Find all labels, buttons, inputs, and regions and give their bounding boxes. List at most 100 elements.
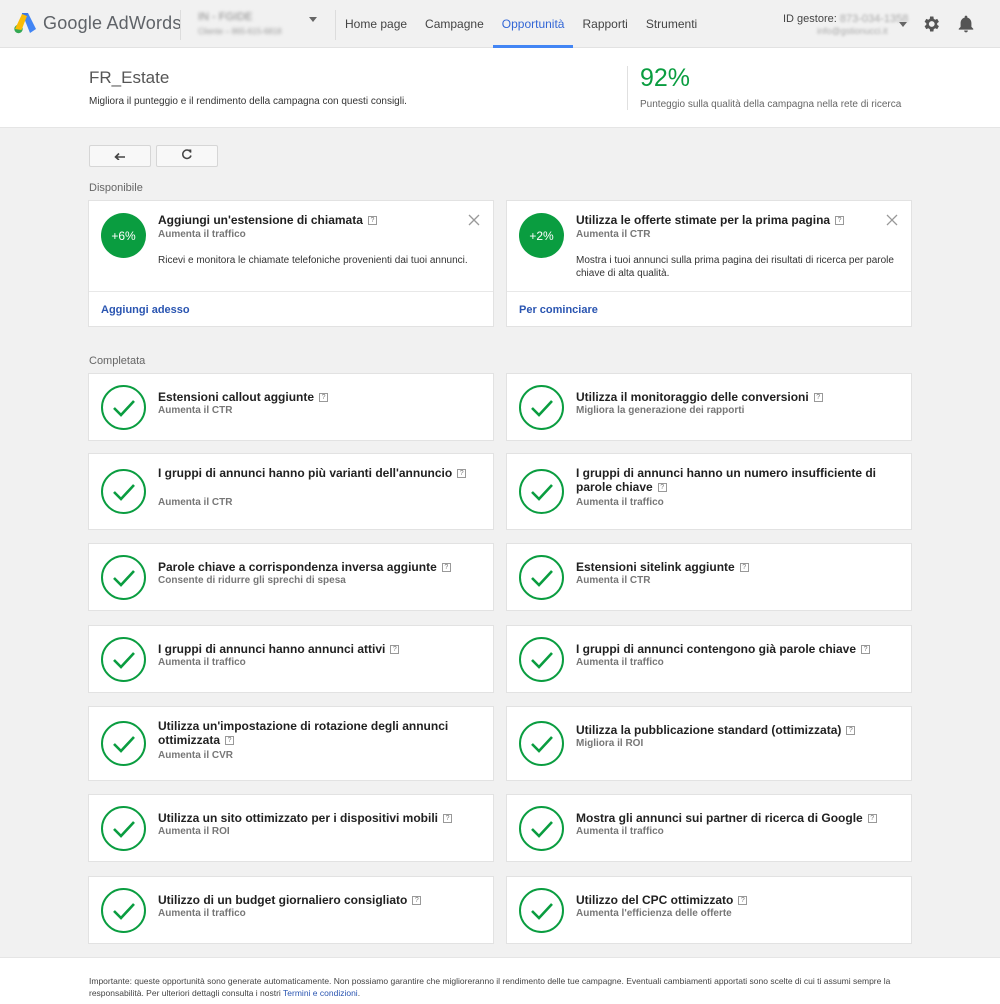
chevron-down-icon[interactable]	[899, 22, 907, 27]
account-name: IN - FGIDE	[198, 11, 253, 23]
check-icon	[519, 888, 564, 933]
card-subtitle: Aumenta il traffico	[576, 657, 664, 668]
completed-card: I gruppi di annunci hanno annunci attivi…	[88, 625, 494, 693]
card-subtitle: Migliora il ROI	[576, 738, 644, 749]
account-selector[interactable]: IN - FGIDE Cliente – 865-615-6818	[198, 11, 308, 36]
manager-id-label: ID gestore:	[783, 13, 837, 25]
card-subtitle: Aumenta l'efficienza delle offerte	[576, 908, 732, 919]
help-icon[interactable]: ?	[738, 896, 748, 905]
completed-card: Utilizza un sito ottimizzato per i dispo…	[88, 794, 494, 862]
gear-icon[interactable]	[921, 14, 941, 34]
help-icon[interactable]: ?	[225, 736, 235, 745]
check-icon	[101, 806, 146, 851]
completed-card: I gruppi di annunci contengono già parol…	[506, 625, 912, 693]
help-icon[interactable]: ?	[457, 469, 467, 478]
adwords-logo[interactable]: Google AdWords	[14, 12, 182, 34]
nav-opportunities[interactable]: Opportunità	[492, 0, 574, 48]
section-completed-label: Completata	[89, 355, 146, 367]
help-icon[interactable]: ?	[813, 393, 823, 402]
logo-text: Google AdWords	[43, 12, 182, 33]
nav-tools[interactable]: Strumenti	[637, 0, 706, 48]
adwords-logo-icon	[14, 12, 37, 34]
card-subtitle: Aumenta il CTR	[158, 405, 233, 416]
card-title: Mostra gli annunci sui partner di ricerc…	[576, 811, 895, 825]
help-icon[interactable]: ?	[390, 645, 400, 654]
chevron-down-icon[interactable]	[309, 17, 317, 22]
card-title: Parole chiave a corrispondenza inversa a…	[158, 560, 477, 574]
main-nav: Home page Campagne Opportunità Rapporti …	[336, 0, 706, 48]
add-now-link[interactable]: Aggiungi adesso	[101, 304, 190, 316]
card-title: Utilizza il monitoraggio delle conversio…	[576, 390, 895, 404]
refresh-icon	[181, 147, 193, 165]
check-icon	[101, 721, 146, 766]
check-icon	[519, 637, 564, 682]
impact-badge: +2%	[519, 213, 564, 258]
manager-id[interactable]: ID gestore: 873-034-1358 info@gstionucci…	[783, 13, 908, 36]
completed-card: I gruppi di annunci hanno più varianti d…	[88, 453, 494, 530]
card-title: Utilizzo del CPC ottimizzato?	[576, 893, 895, 907]
card-title: I gruppi di annunci hanno un numero insu…	[576, 466, 876, 494]
card-title: Utilizza un sito ottimizzato per i dispo…	[158, 811, 477, 825]
terms-link[interactable]: Termini e condizioni	[283, 988, 358, 998]
card-description: Mostra i tuoi annunci sulla prima pagina…	[576, 255, 894, 279]
card-title: Utilizza le offerte stimate per la prima…	[576, 213, 895, 227]
completed-card: Mostra gli annunci sui partner di ricerc…	[506, 794, 912, 862]
check-icon	[519, 385, 564, 430]
card-subtitle: Aumenta il CTR	[576, 575, 651, 586]
refresh-button[interactable]	[156, 145, 218, 167]
card-subtitle: Aumenta il traffico	[158, 908, 246, 919]
help-icon[interactable]: ?	[441, 563, 451, 572]
quality-score-label: Punteggio sulla qualità della campagna n…	[640, 99, 902, 110]
help-icon[interactable]: ?	[861, 645, 871, 654]
opportunity-card: +2% Utilizza le offerte stimate per la p…	[506, 200, 912, 327]
help-icon[interactable]: ?	[319, 393, 329, 402]
close-icon[interactable]	[885, 213, 899, 227]
back-button[interactable]	[89, 145, 151, 167]
help-icon[interactable]: ?	[443, 814, 453, 823]
card-subtitle: Aumenta il traffico	[576, 826, 664, 837]
card-subtitle: Migliora la generazione dei rapporti	[576, 405, 745, 416]
opportunity-card: +6% Aggiungi un'estensione di chiamata? …	[88, 200, 494, 327]
card-title: Utilizza un'impostazione di rotazione de…	[158, 719, 449, 747]
back-arrow-icon	[113, 147, 127, 165]
card-title: Utilizzo di un budget giornaliero consig…	[158, 893, 477, 907]
card-title: I gruppi di annunci hanno più varianti d…	[158, 466, 477, 480]
manager-email: info@gstionucci.it	[817, 26, 888, 36]
help-icon[interactable]: ?	[657, 483, 667, 492]
impact-badge: +6%	[101, 213, 146, 258]
completed-card: Utilizzo di un budget giornaliero consig…	[88, 876, 494, 944]
help-icon[interactable]: ?	[835, 216, 845, 225]
page-title: FR_Estate	[89, 68, 170, 87]
quality-score: 92%	[640, 64, 691, 92]
card-title: I gruppi di annunci contengono già parol…	[576, 642, 895, 656]
card-title: Estensioni sitelink aggiunte?	[576, 560, 895, 574]
check-icon	[101, 637, 146, 682]
card-title: Aggiungi un'estensione di chiamata?	[158, 213, 477, 227]
help-icon[interactable]: ?	[367, 216, 377, 225]
check-icon	[101, 469, 146, 514]
get-started-link[interactable]: Per cominciare	[519, 304, 598, 316]
nav-reports[interactable]: Rapporti	[573, 0, 636, 48]
help-icon[interactable]: ?	[846, 726, 856, 735]
bell-icon[interactable]	[956, 14, 976, 34]
nav-home[interactable]: Home page	[336, 0, 416, 48]
divider	[180, 10, 181, 40]
card-subtitle: Aumenta il CVR	[158, 750, 234, 761]
check-icon	[101, 888, 146, 933]
close-icon[interactable]	[467, 213, 481, 227]
footer: Importante: queste opportunità sono gene…	[0, 957, 1000, 1004]
completed-card: Utilizza la pubblicazione standard (otti…	[506, 706, 912, 781]
nav-campaigns[interactable]: Campagne	[416, 0, 493, 48]
divider	[507, 291, 911, 292]
card-subtitle: Aumenta il CTR	[576, 229, 651, 240]
check-icon	[519, 721, 564, 766]
help-icon[interactable]: ?	[739, 563, 749, 572]
check-icon	[101, 555, 146, 600]
help-icon[interactable]: ?	[412, 896, 422, 905]
account-detail: Cliente – 865-615-6818	[198, 27, 282, 36]
help-icon[interactable]: ?	[867, 814, 877, 823]
card-subtitle: Aumenta il traffico	[158, 229, 246, 240]
completed-card: Utilizza il monitoraggio delle conversio…	[506, 373, 912, 441]
completed-card: Parole chiave a corrispondenza inversa a…	[88, 543, 494, 611]
completed-card: Estensioni sitelink aggiunte? Aumenta il …	[506, 543, 912, 611]
